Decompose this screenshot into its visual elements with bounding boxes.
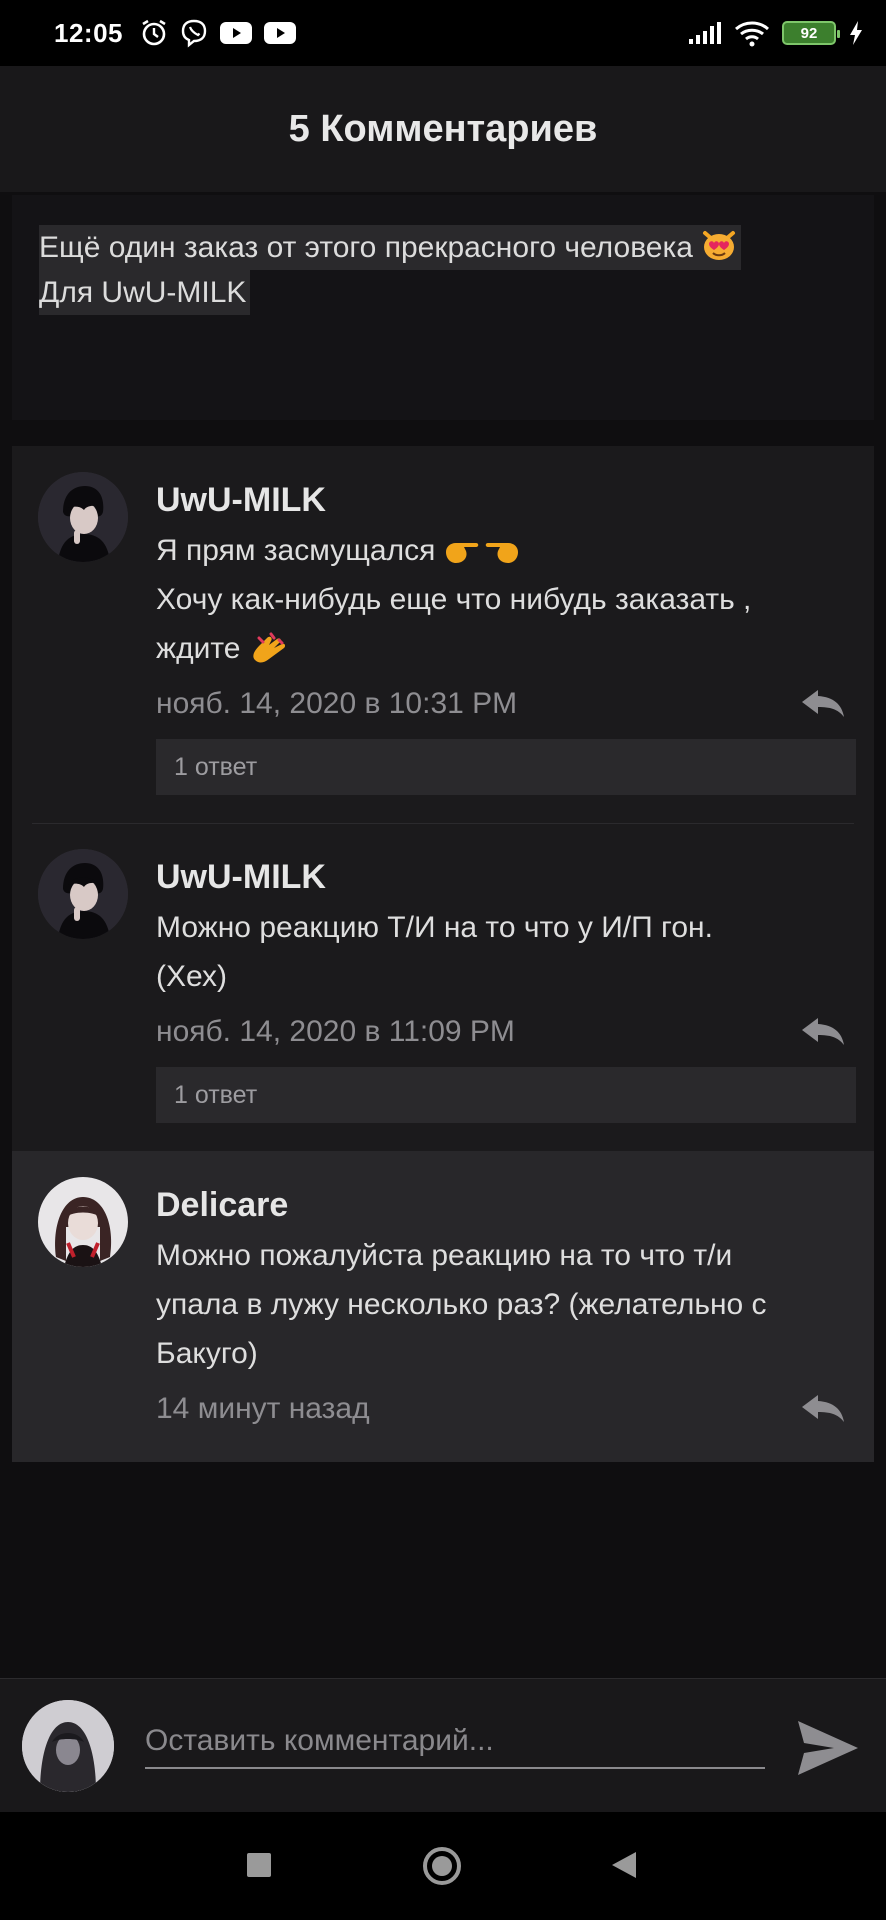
comment-input[interactable] [145,1715,765,1769]
comment-item: UwU-MILK Можно реакцию Т/И на то что у И… [12,823,874,1151]
comment-item-highlighted: Delicare Можно пожалуйста реакцию на то … [12,1151,874,1462]
avatar[interactable] [38,472,128,562]
comment-author[interactable]: UwU-MILK [156,478,856,522]
comments-header: 5 Комментариев [0,66,886,192]
comment-meta: нояб. 14, 2020 в 11:09 PM [156,1007,856,1057]
pointing-fingers-icon [445,543,518,563]
signal-icon [689,22,721,44]
reply-icon[interactable] [798,1391,848,1427]
comment-timestamp: нояб. 14, 2020 в 11:09 PM [156,1015,515,1048]
avatar-image [38,849,128,939]
comment-timestamp: нояб. 14, 2020 в 10:31 PM [156,687,518,720]
comment-line: Можно пожалуйста реакцию на то что т/и [156,1239,733,1272]
comment-line: ждите [156,632,241,665]
my-avatar[interactable] [22,1700,114,1792]
recents-button-icon[interactable] [246,1852,272,1878]
page-title: 5 Комментариев [288,107,598,150]
send-icon[interactable] [796,1719,860,1777]
system-nav-bar [0,1812,886,1920]
comment-line: Я прям засмущался [156,534,436,567]
avatar-image [22,1700,114,1792]
battery-icon: 92 [782,21,840,45]
post-description: Ещё один заказ от этого прекрасного чело… [12,195,874,420]
view-replies-button[interactable]: 1 ответ [156,739,856,795]
comment-line: Бакуго) [156,1337,258,1370]
status-time: 12:05 [54,17,123,48]
youtube-icon [220,22,252,44]
avatar[interactable] [38,1177,128,1267]
post-text-line: Ещё один заказ от этого прекрасного чело… [39,225,741,270]
comment-author[interactable]: Delicare [156,1183,856,1227]
avatar[interactable] [38,849,128,939]
comment-line: упала в лужу несколько раз? (желательно … [156,1288,767,1321]
comment-meta: нояб. 14, 2020 в 10:31 PM [156,679,856,729]
status-system-icons: 92 [688,19,864,47]
comment-line: Хочу как-нибудь еще что нибудь заказать … [156,583,752,616]
charging-icon [850,21,862,45]
post-text-line: Для UwU-MILK [39,270,251,315]
alarm-icon [142,19,166,46]
comment-meta: 14 минут назад [156,1384,856,1434]
back-button-icon[interactable] [610,1850,638,1880]
post-text: Ещё один заказ от этого прекрасного чело… [39,231,693,264]
comment-input-bar [0,1678,886,1812]
status-notification-icons [139,18,297,48]
comment-text: Я прям засмущался Хочу как-нибудь еще чт… [156,526,856,673]
heart-eyes-cat-icon [702,231,735,260]
avatar-image [38,1177,128,1267]
home-button-icon[interactable] [421,1845,463,1887]
comments-list: UwU-MILK Я прям засмущался Хочу как-нибу… [12,446,874,1462]
wifi-icon [735,21,769,47]
status-bar: 12:05 92 [0,0,886,66]
avatar-image [38,472,128,562]
youtube-icon [264,22,296,44]
comment-text: Можно реакцию Т/И на то что у И/П гон. (… [156,903,856,1001]
battery-level: 92 [800,24,818,42]
view-replies-button[interactable]: 1 ответ [156,1067,856,1123]
nail-polish-icon [253,632,285,663]
comment-text: Можно пожалуйста реакцию на то что т/и у… [156,1231,856,1378]
comment-line: (Хех) [156,960,228,993]
reply-icon[interactable] [798,686,848,722]
reply-icon[interactable] [798,1014,848,1050]
viber-icon [181,19,207,48]
comment-timestamp: 14 минут назад [156,1392,370,1425]
comment-line: Можно реакцию Т/И на то что у И/П гон. [156,911,713,944]
comment-item: UwU-MILK Я прям засмущался Хочу как-нибу… [12,446,874,823]
comment-author[interactable]: UwU-MILK [156,855,856,899]
